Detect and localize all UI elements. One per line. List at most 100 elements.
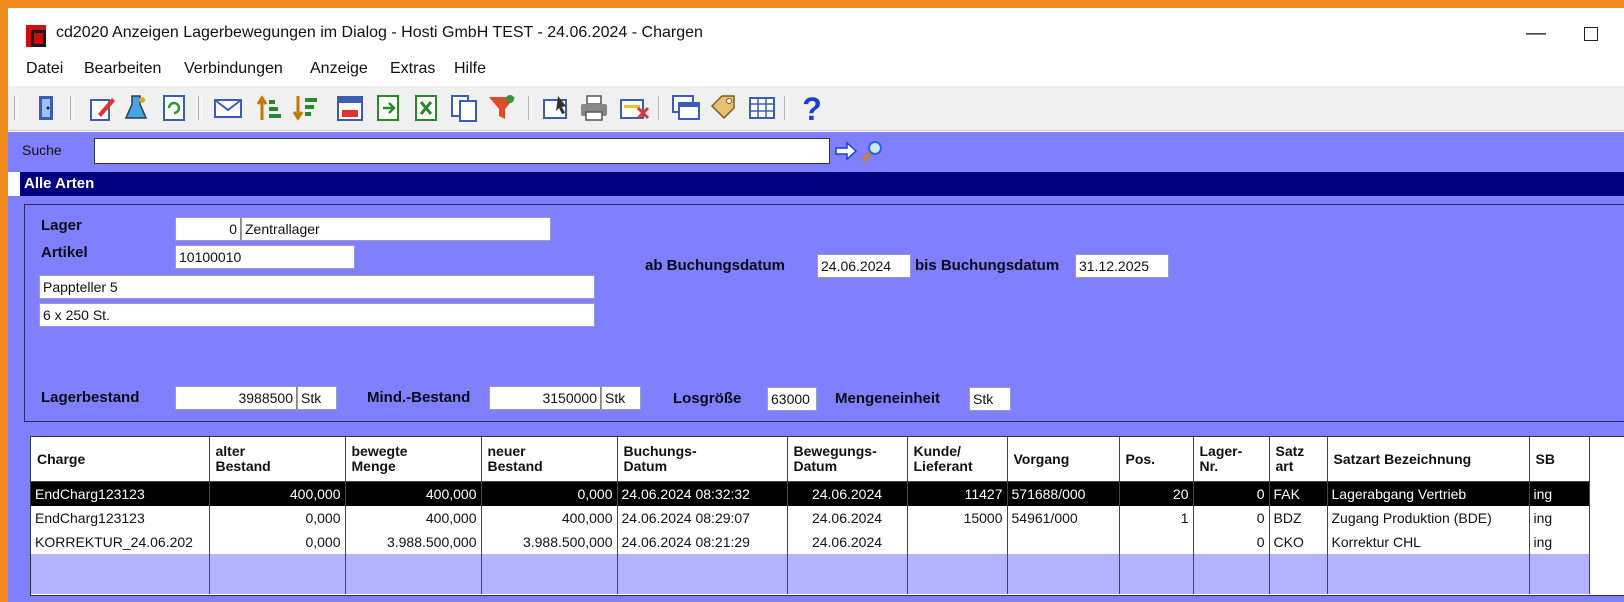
arrow-right-icon[interactable] (834, 140, 858, 162)
column-header-kunde-lieferant[interactable]: Kunde/Lieferant (907, 437, 1008, 482)
pointer-card-icon[interactable] (540, 92, 572, 124)
menu-anzeige[interactable]: Anzeige (310, 60, 368, 78)
menu-verbindungen[interactable]: Verbindungen (184, 60, 283, 78)
cell-lager-nr: 0 (1193, 506, 1270, 530)
sort-descending-icon[interactable] (290, 92, 322, 124)
menu-extras[interactable]: Extras (390, 60, 435, 78)
cell-kunde-lieferant: 11427 (907, 481, 1008, 506)
header-line: Bestand (215, 458, 271, 474)
column-header-vorgang[interactable]: Vorgang (1007, 437, 1120, 482)
cell-vorgang (1007, 530, 1120, 554)
ab-buchungsdatum-field[interactable]: 24.06.2024 (817, 254, 911, 278)
column-header-bewegungsdatum[interactable]: Bewegungs- Datum (787, 437, 908, 482)
column-header-pos[interactable]: Pos. (1119, 437, 1194, 482)
sort-ascending-icon[interactable] (254, 92, 286, 124)
artikel-number-field[interactable]: 10100010 (175, 245, 355, 269)
header-line: SB (1535, 450, 1555, 467)
filter-funnel-icon[interactable] (486, 92, 518, 124)
main-panel: Lager 0 Zentrallager Artikel 10100010 ab… (8, 196, 1624, 602)
help-question-icon[interactable]: ? (796, 92, 828, 124)
lagerbestand-label: Lagerbestand (41, 389, 140, 406)
header-line: Vorgang (1013, 450, 1070, 467)
mind-bestand-label: Mind.-Bestand (367, 389, 471, 406)
maximize-button[interactable] (1576, 18, 1616, 48)
minimize-button[interactable]: — (1516, 18, 1556, 48)
lager-number-field[interactable]: 0 (175, 217, 241, 241)
ab-buchungsdatum-label: ab Buchungsdatum (645, 257, 786, 274)
toolbar-separator (14, 96, 18, 120)
toolbar-separator (784, 96, 788, 120)
calendar-123-icon[interactable] (334, 92, 366, 124)
menu-hilfe[interactable]: Hilfe (454, 60, 486, 78)
windows-icon[interactable] (670, 92, 702, 124)
table-row[interactable]: EndCharg123123 0,000 400,000 400,000 24.… (31, 506, 1590, 530)
section-title: Alle Arten (24, 175, 95, 192)
cell-sb: ing (1529, 481, 1590, 506)
table-row[interactable]: EndCharg123123 400,000 400,000 0,000 24.… (31, 481, 1590, 506)
header-line: Datum (623, 458, 668, 474)
bis-buchungsdatum-field[interactable]: 31.12.2025 (1075, 254, 1169, 278)
envelope-icon[interactable] (212, 92, 244, 124)
exit-door-icon[interactable] (30, 92, 62, 124)
mengeneinheit-value: Stk (969, 387, 1011, 411)
column-header-sb[interactable]: SB (1529, 437, 1590, 482)
cell-bewegungsdatum: 24.06.2024 (787, 530, 908, 554)
tags-icon[interactable] (708, 92, 740, 124)
column-header-satzart[interactable]: Satz art (1269, 437, 1328, 482)
grid-icon[interactable] (746, 92, 778, 124)
refresh-icon[interactable] (158, 92, 190, 124)
cell-alter-bestand: 400,000 (209, 481, 346, 506)
cell-charge: EndCharg123123 (31, 506, 210, 530)
lager-name-field[interactable]: Zentrallager (241, 217, 551, 241)
edit-pencil-icon[interactable] (86, 92, 118, 124)
table-row[interactable]: KORREKTUR_24.06.202 0,000 3.988.500,000 … (31, 530, 1590, 554)
cell-satzart: FAK (1269, 481, 1328, 506)
column-header-buchungsdatum[interactable]: Buchungs- Datum (617, 437, 788, 482)
cell-satzart-bezeichnung: Lagerabgang Vertrieb (1327, 481, 1530, 506)
artikel-text2-field[interactable]: 6 x 250 St. (39, 303, 595, 327)
title-bar[interactable]: cd2020 Anzeigen Lagerbewegungen im Dialo… (8, 8, 1624, 48)
toolbar-separator (70, 96, 74, 120)
mind-bestand-value: 3150000 (489, 386, 601, 410)
chemistry-flask-icon[interactable] (120, 92, 152, 124)
lagerbestand-unit: Stk (297, 386, 337, 410)
excel-export-icon[interactable] (410, 92, 442, 124)
header-line: Nr. (1199, 458, 1219, 474)
column-header-charge[interactable]: Charge (31, 437, 210, 482)
application-window: cd2020 Anzeigen Lagerbewegungen im Dialo… (8, 8, 1624, 602)
cell-kunde-lieferant (907, 530, 1008, 554)
empty-cell (209, 554, 346, 594)
menu-datei[interactable]: Datei (26, 60, 63, 78)
export-green-icon[interactable] (372, 92, 404, 124)
cell-pos: 20 (1119, 481, 1194, 506)
header-line: Datum (793, 458, 838, 474)
artikel-label: Artikel (41, 244, 88, 261)
delete-record-icon[interactable] (618, 92, 650, 124)
header-line: Bewegungs- (793, 443, 877, 459)
app-icon (26, 25, 46, 47)
column-header-satzart-bezeichnung[interactable]: Satzart Bezeichnung (1327, 437, 1530, 482)
printer-icon[interactable] (578, 92, 610, 124)
cell-neuer-bestand: 400,000 (481, 506, 618, 530)
cell-satzart-bezeichnung: Korrektur CHL (1327, 530, 1530, 554)
empty-cell (787, 554, 908, 594)
artikel-text1-field[interactable]: Pappteller 5 (39, 275, 595, 299)
column-header-neuer-bestand[interactable]: neuer Bestand (481, 437, 618, 482)
header-line: Satzart Bezeichnung (1333, 450, 1472, 467)
cell-pos (1119, 530, 1194, 554)
menu-bearbeiten[interactable]: Bearbeiten (84, 60, 161, 78)
copy-pages-icon[interactable] (448, 92, 480, 124)
cell-vorgang: 571688/000 (1007, 481, 1120, 506)
header-line: Menge (351, 458, 396, 474)
section-header: Alle Arten (20, 172, 1624, 196)
search-label: Suche (22, 142, 62, 158)
mengeneinheit-label: Mengeneinheit (835, 390, 941, 407)
search-input[interactable] (94, 138, 830, 164)
cell-buchungsdatum: 24.06.2024 08:21:29 (617, 530, 788, 554)
column-header-lager-nr[interactable]: Lager- Nr. (1193, 437, 1270, 482)
column-header-alter-bestand[interactable]: alter Bestand (209, 437, 346, 482)
column-header-bewegte-menge[interactable]: bewegte Menge (345, 437, 482, 482)
magnifier-icon[interactable] (860, 138, 886, 164)
header-line: art (1275, 458, 1294, 474)
header-line: bewegte (351, 443, 408, 459)
